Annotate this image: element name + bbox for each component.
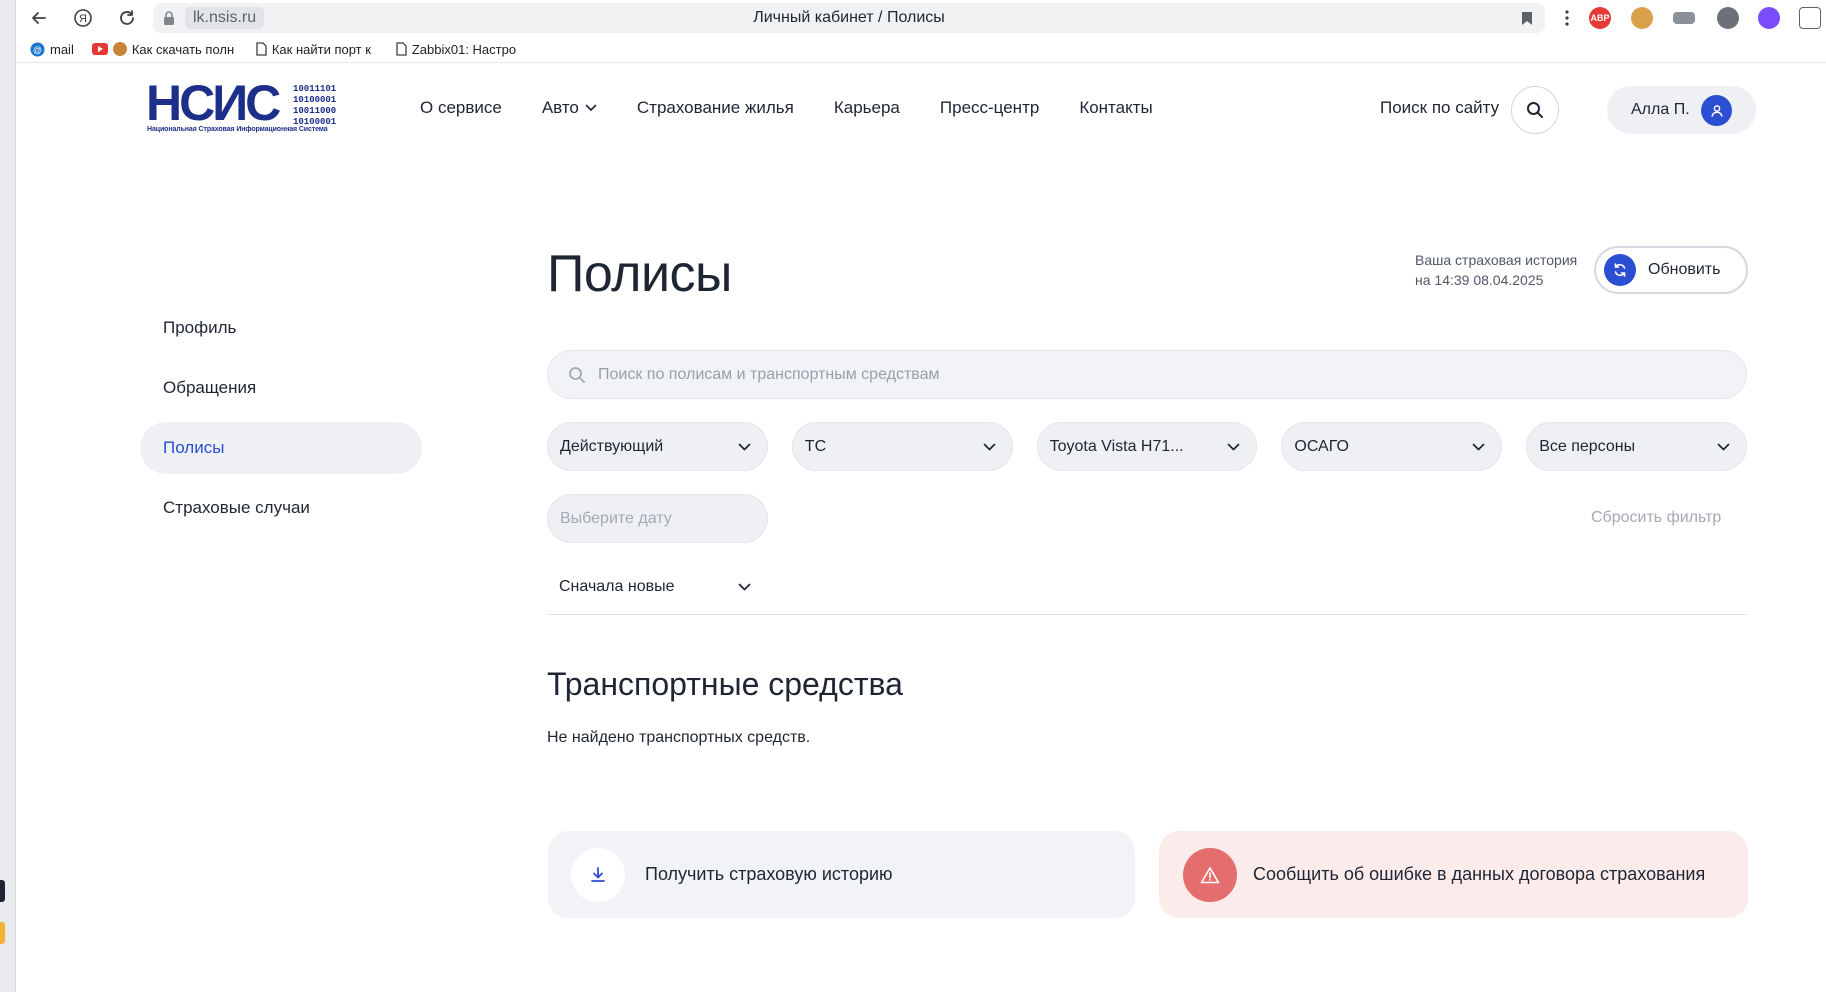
insurance-history-timestamp: Ваша страховая история на 14:39 08.04.20…: [1415, 252, 1578, 288]
chevron-down-icon: [1472, 443, 1485, 450]
avatar-icon: [112, 42, 127, 56]
report-error-label: Сообщить об ошибке в данных договора стр…: [1253, 864, 1706, 884]
svg-text:Я: Я: [79, 13, 87, 25]
user-menu[interactable]: Алла П.: [1607, 86, 1756, 134]
browser-menu-button[interactable]: [1554, 6, 1580, 30]
logo-bits: 10011101 10100001 10011000 10100001: [293, 84, 337, 127]
bookmarks-bar: @ mail Как скачать полн Как найти порт к…: [30, 38, 518, 60]
mail-icon: @: [30, 42, 45, 56]
vehicles-section-title: Транспортные средства: [547, 666, 903, 702]
filter-persons[interactable]: Все персоны: [1526, 422, 1747, 471]
sort-dropdown[interactable]: Сначала новые: [559, 578, 751, 596]
policy-search-input[interactable]: [598, 365, 1746, 384]
nav-item-career[interactable]: Карьера: [834, 98, 900, 118]
extension-icon[interactable]: [1673, 12, 1695, 24]
user-name: Алла П.: [1631, 101, 1690, 118]
sort-label: Сначала новые: [559, 578, 675, 595]
user-icon: [1710, 104, 1723, 117]
reload-button[interactable]: [114, 6, 140, 30]
youtube-icon: [91, 43, 108, 55]
sidebar-item-insurance-cases[interactable]: Страховые случаи: [140, 482, 422, 534]
back-button[interactable]: [26, 6, 52, 30]
chevron-down-icon: [983, 443, 995, 450]
reload-icon: [120, 10, 134, 25]
page-tab-title: Личный кабинет / Полисы: [753, 9, 945, 26]
chevron-down-icon: [738, 443, 751, 450]
get-insurance-history-card[interactable]: Получить страховую историю: [548, 831, 1135, 918]
avatar: [1701, 95, 1732, 126]
strip-marker: [0, 922, 5, 944]
search-icon: [569, 366, 585, 383]
nav-item-press[interactable]: Пресс-центр: [940, 98, 1039, 118]
warning-icon: [1200, 866, 1220, 883]
sidebar-item-profile[interactable]: Профиль: [140, 302, 422, 354]
strip-marker: [0, 880, 5, 902]
bookmark-item[interactable]: Zabbix01: Настро: [396, 42, 518, 57]
refresh-icon: [1614, 263, 1626, 277]
date-picker[interactable]: [547, 494, 768, 543]
nav-item-about[interactable]: О сервисе: [420, 98, 502, 118]
nav-item-auto[interactable]: Авто: [542, 98, 597, 118]
bookmark-icon: [1522, 12, 1532, 25]
yandex-button[interactable]: Я: [70, 6, 96, 30]
bookmark-item[interactable]: @ mail: [30, 42, 74, 57]
nav-item-home-insurance[interactable]: Страхование жилья: [637, 98, 794, 118]
filters-row: Действующий ТС Toyota Vista H71... ОСАГО…: [547, 422, 1747, 471]
download-icon-circle: [571, 847, 625, 902]
get-insurance-history-label: Получить страховую историю: [645, 864, 893, 884]
site-search-label[interactable]: Поиск по сайту: [1380, 98, 1499, 118]
filter-object-type[interactable]: ТС: [791, 422, 1013, 471]
policy-search[interactable]: [547, 350, 1747, 399]
svg-text:@: @: [33, 45, 42, 55]
adblock-icon[interactable]: ABP: [1589, 7, 1611, 29]
page-title: Полисы: [547, 245, 732, 303]
download-icon: [591, 866, 605, 882]
report-error-card[interactable]: Сообщить об ошибке в данных договора стр…: [1159, 831, 1748, 918]
chevron-down-icon: [585, 104, 597, 111]
extension-icon[interactable]: [1717, 7, 1739, 29]
sidebar: Профиль Обращения Полисы Страховые случа…: [140, 302, 422, 542]
refresh-button[interactable]: Обновить: [1594, 246, 1748, 294]
logo-subtitle: Национальная Страховая Информационная Си…: [147, 126, 328, 133]
page-icon: [396, 42, 407, 56]
site-logo[interactable]: НСИС 10011101 10100001 10011000 10100001…: [146, 78, 337, 137]
date-input[interactable]: [560, 509, 750, 528]
sidebar-item-policies[interactable]: Полисы: [140, 422, 422, 474]
main-nav: О сервисе Авто Страхование жилья Карьера…: [420, 98, 1193, 118]
warning-icon-circle: [1183, 847, 1237, 902]
adjacent-window-strip: [0, 0, 16, 992]
extension-icon[interactable]: [1631, 7, 1653, 29]
refresh-icon-circle: [1604, 254, 1636, 286]
sidebar-item-requests[interactable]: Обращения: [140, 362, 422, 414]
more-vertical-icon: [1565, 10, 1569, 26]
divider: [547, 614, 1747, 615]
reset-filter-link[interactable]: Сбросить фильтр: [1591, 509, 1721, 527]
bookmark-item[interactable]: Как найти порт к: [256, 42, 378, 57]
filter-insurance-type[interactable]: ОСАГО: [1281, 422, 1503, 471]
extension-icon[interactable]: [1758, 7, 1780, 29]
browser-toolbar: Я lk.nsis.ru Личный кабинет / Полисы ABP…: [16, 0, 1826, 63]
nav-item-contacts[interactable]: Контакты: [1079, 98, 1152, 118]
search-icon: [1527, 102, 1543, 118]
logo-text: НСИС: [146, 75, 281, 131]
chevron-down-icon: [738, 583, 751, 591]
site-search-button[interactable]: [1511, 86, 1559, 134]
address-bar[interactable]: lk.nsis.ru Личный кабинет / Полисы: [153, 3, 1545, 33]
arrow-left-icon: [32, 12, 46, 24]
filter-vehicle[interactable]: Toyota Vista H71...: [1036, 422, 1258, 471]
filter-status[interactable]: Действующий: [547, 422, 768, 471]
vehicles-empty-note: Не найдено транспортных средств.: [547, 729, 811, 746]
chevron-down-icon: [1717, 443, 1730, 450]
puzzle-icon[interactable]: [1799, 7, 1821, 29]
bookmark-item[interactable]: Как скачать полн: [91, 42, 238, 57]
chevron-down-icon: [1228, 443, 1240, 450]
page-icon: [256, 42, 267, 56]
yandex-icon: Я: [74, 9, 92, 27]
refresh-label: Обновить: [1648, 261, 1721, 278]
